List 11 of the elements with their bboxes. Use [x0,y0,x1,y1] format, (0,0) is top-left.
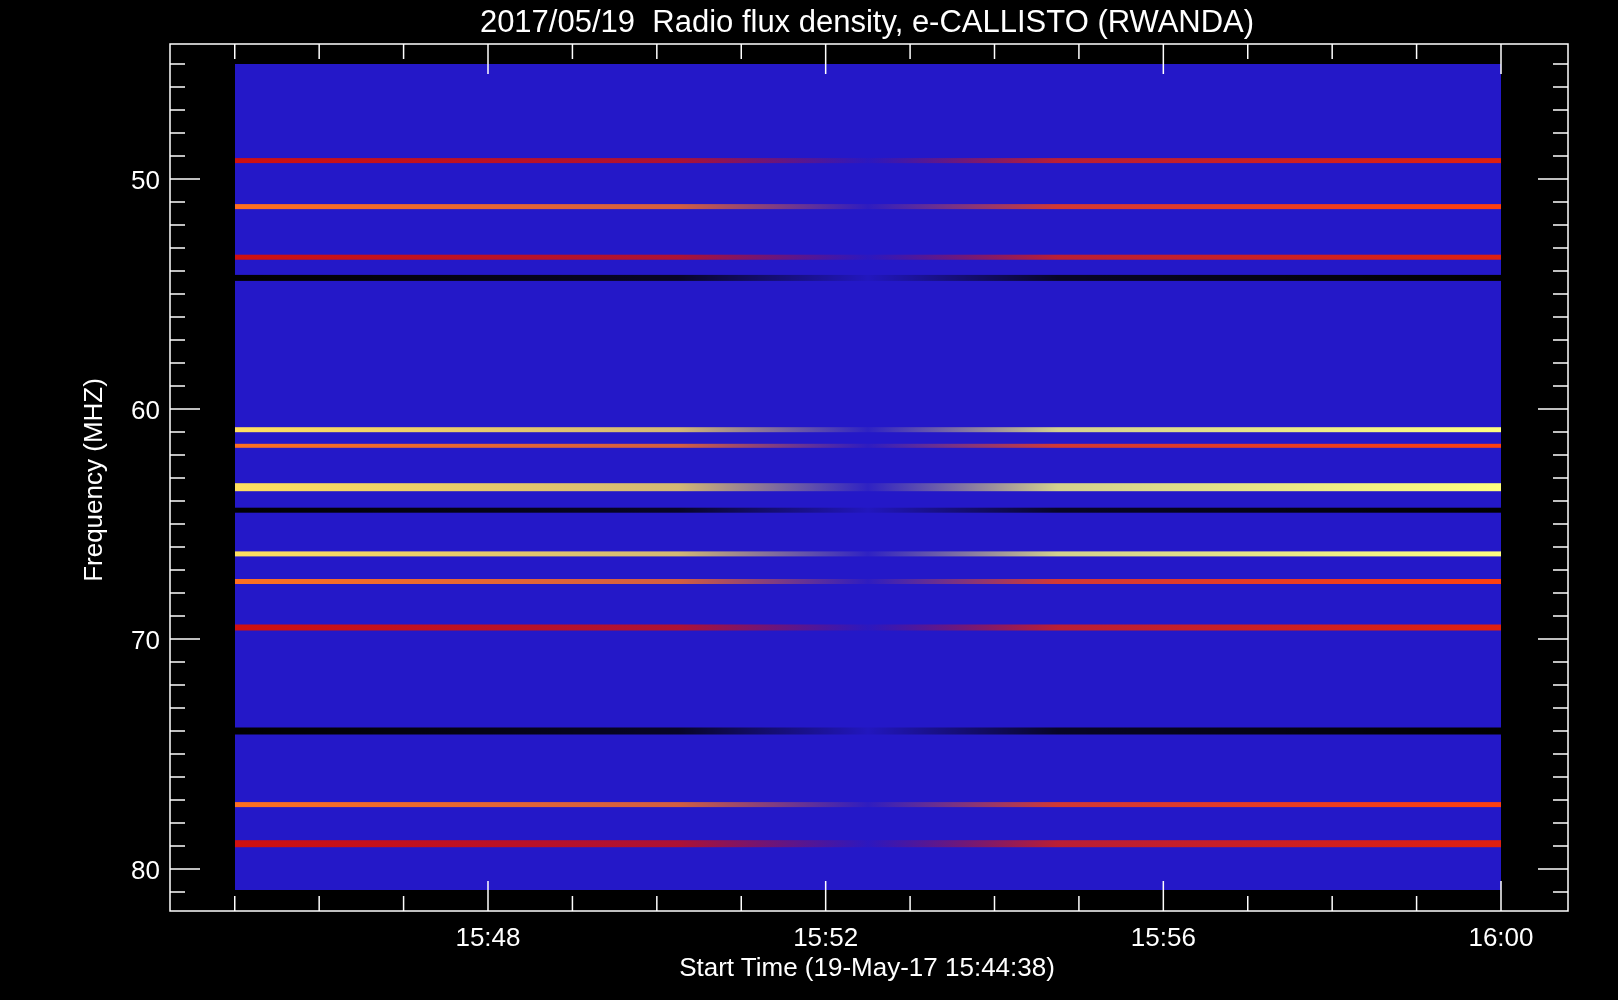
tick-label: 16:00 [1468,922,1534,952]
axis-title: Start Time (19-May-17 15:44:38) [679,952,1055,982]
tick-label: 15:52 [793,922,859,952]
chart-title: 2017/05/19 Radio flux density, e-CALLISTO (RWANDA) [479,4,1255,39]
axis-title: Frequency (MHZ) [78,378,108,582]
tick-label: 15:56 [1130,922,1196,952]
tick-label: 15:48 [455,922,521,952]
tick-label: 70 [131,625,160,655]
tick-label: 60 [131,395,160,425]
tick-label: 50 [131,165,160,195]
tick-label: 80 [131,855,160,885]
